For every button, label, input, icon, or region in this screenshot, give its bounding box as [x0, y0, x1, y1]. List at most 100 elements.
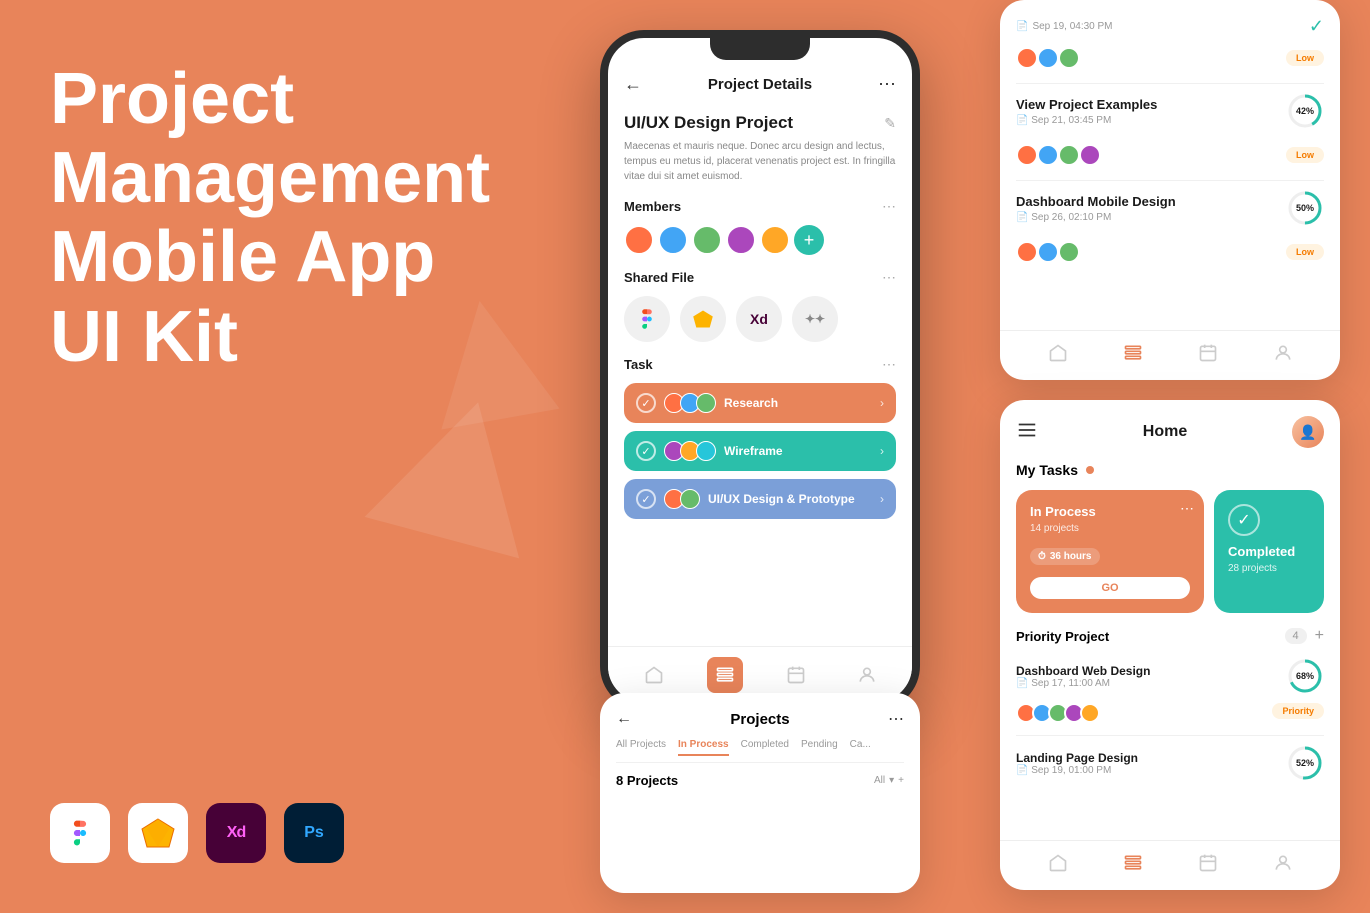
task-avatars [664, 393, 716, 413]
shared-file-more-icon[interactable]: ⋯ [882, 269, 896, 286]
member-avatar-5 [760, 225, 790, 255]
task-list-item-1[interactable]: View Project Examples 📄 Sep 21, 03:45 PM… [1016, 92, 1324, 130]
hamburger-icon[interactable] [1016, 419, 1038, 446]
members-section: Members ⋯ + [624, 198, 896, 255]
tab-all-projects[interactable]: All Projects [616, 739, 666, 756]
av-group-4 [1079, 144, 1101, 166]
priority-badge-low-1: Low [1286, 50, 1324, 66]
file-icon-xd[interactable]: Xd [736, 296, 782, 342]
file-icon-figma[interactable] [624, 296, 670, 342]
filter-dropdown[interactable]: All ▾ + [874, 775, 904, 786]
task-arrow-icon: › [880, 396, 884, 410]
shared-files-icons-row: Xd ✦✦ [624, 296, 896, 342]
completed-card[interactable]: ✓ Completed 28 projects [1214, 490, 1324, 613]
top-date-item: 📄Sep 19, 04:30 PM ✓ [1016, 16, 1324, 37]
task-label-uiux: UI/UX Design & Prototype [708, 492, 855, 506]
back-button[interactable]: ← [624, 74, 642, 95]
task-item-research[interactable]: ✓ Research › [624, 383, 896, 423]
photoshop-icon[interactable]: Ps [284, 803, 344, 863]
divider-1 [1016, 83, 1324, 84]
completed-status: Completed [1228, 544, 1310, 559]
tab-pending[interactable]: Pending [801, 739, 838, 756]
members-more-icon[interactable]: ⋯ [882, 198, 896, 215]
nav-user-icon[interactable] [849, 657, 885, 693]
edit-icon[interactable]: ✎ [884, 115, 896, 132]
nav-home-icon[interactable] [636, 657, 672, 693]
proj-name-2: Landing Page Design [1016, 751, 1138, 765]
task-label-research: Research [724, 396, 778, 410]
home-user-avatar[interactable]: 👤 [1292, 416, 1324, 448]
rnav-calendar[interactable] [1198, 343, 1218, 368]
member-avatar-3 [692, 225, 722, 255]
members-avatars-row: + [624, 225, 896, 255]
task-item-wireframe[interactable]: ✓ Wireframe › [624, 431, 896, 471]
tab-completed[interactable]: Completed [741, 739, 789, 756]
bottom-phone-tabs: All Projects In Process Completed Pendin… [616, 739, 904, 763]
task-date-2: 📄 Sep 26, 02:10 PM [1016, 212, 1176, 223]
rnav-user[interactable] [1273, 343, 1293, 368]
task-more-icon[interactable]: ⋯ [882, 356, 896, 373]
file-icon-sketch[interactable] [680, 296, 726, 342]
home-nav-list[interactable] [1123, 853, 1143, 878]
rnav-list[interactable] [1123, 343, 1143, 368]
home-header: Home 👤 [1016, 416, 1324, 448]
home-nav-home[interactable] [1048, 853, 1068, 878]
ps-label: Ps [304, 824, 324, 842]
proj-item-1[interactable]: Dashboard Web Design 📄 Sep 17, 11:00 AM … [1016, 657, 1324, 723]
priority-header: Priority Project 4 + [1016, 627, 1324, 645]
av-group-5 [1016, 241, 1038, 263]
divider-2 [1016, 180, 1324, 181]
card-dots-icon[interactable]: ⋯ [1180, 500, 1194, 517]
proj-avatars-1 [1016, 703, 1100, 723]
check-circle-icon: ✓ [1228, 504, 1260, 536]
task-title: Task [624, 357, 653, 372]
progress-text-2: 50% [1296, 203, 1314, 213]
task-list-item-2[interactable]: Dashboard Mobile Design 📄 Sep 26, 02:10 … [1016, 189, 1324, 227]
nav-calendar-icon[interactable] [778, 657, 814, 693]
phone-screen-title: Project Details [708, 76, 812, 93]
sketch-icon[interactable] [128, 803, 188, 863]
home-nav-user[interactable] [1273, 853, 1293, 878]
task-left-2: ✓ Wireframe [636, 441, 783, 461]
task-check-icon-3: ✓ [636, 489, 656, 509]
members-title: Members [624, 199, 681, 214]
task-item-uiux[interactable]: ✓ UI/UX Design & Prototype › [624, 479, 896, 519]
phone-header: ← Project Details ⋯ [624, 66, 896, 103]
bp-back-button[interactable]: ← [616, 710, 632, 728]
add-member-button[interactable]: + [794, 225, 824, 255]
task-label-wireframe: Wireframe [724, 444, 783, 458]
task-left: ✓ Research [636, 393, 778, 413]
shared-file-section: Shared File ⋯ [624, 269, 896, 342]
top-av-3 [1058, 47, 1080, 69]
progress-circle-2: 50% [1286, 189, 1324, 227]
tab-in-process[interactable]: In Process [678, 739, 729, 756]
in-process-card[interactable]: ⋯ In Process 14 projects ⏱ 36 hours GO [1016, 490, 1204, 613]
av-group-6 [1037, 241, 1059, 263]
progress-circle-1: 42% [1286, 92, 1324, 130]
priority-title: Priority Project [1016, 629, 1109, 644]
go-button[interactable]: GO [1030, 577, 1190, 599]
bp-menu-icon[interactable]: ⋯ [888, 709, 904, 729]
center-phone: ← Project Details ⋯ UI/UX Design Project… [600, 30, 920, 710]
left-panel: Project Management Mobile App UI Kit [50, 60, 500, 377]
figma-icon[interactable] [50, 803, 110, 863]
nav-list-icon[interactable] [707, 657, 743, 693]
priority-add-icon[interactable]: + [1315, 627, 1324, 645]
my-tasks-label: My Tasks [1016, 462, 1078, 478]
more-menu-button[interactable]: ⋯ [878, 74, 896, 95]
proj-progress-text-1: 68% [1296, 671, 1314, 681]
proj-item-2[interactable]: Landing Page Design 📄 Sep 19, 01:00 PM 5… [1016, 744, 1324, 782]
file-icon-ps[interactable]: ✦✦ [792, 296, 838, 342]
home-nav-calendar[interactable] [1198, 853, 1218, 878]
proj-row-1: Dashboard Web Design 📄 Sep 17, 11:00 AM … [1016, 657, 1324, 695]
rnav-home[interactable] [1048, 343, 1068, 368]
progress-text-1: 42% [1296, 106, 1314, 116]
xd-icon[interactable]: Xd [206, 803, 266, 863]
task-arrow-icon-2: › [880, 444, 884, 458]
home-divider [1016, 735, 1324, 736]
projects-count: 8 Projects [616, 773, 678, 788]
tool-icons-row: Xd Ps [50, 803, 344, 863]
member-avatar-4 [726, 225, 756, 255]
tab-more[interactable]: Ca... [850, 739, 871, 756]
title-line2: Management [50, 138, 490, 218]
